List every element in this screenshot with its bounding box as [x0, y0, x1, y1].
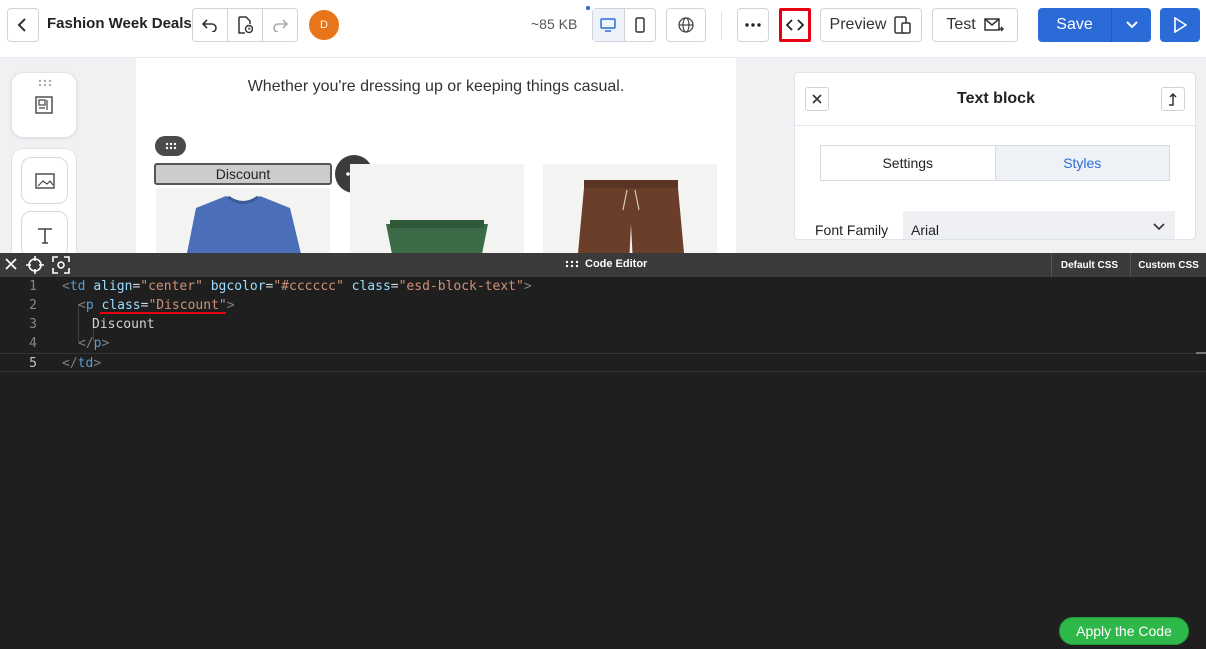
blocks-rail: [11, 148, 77, 253]
desktop-view-button[interactable]: [593, 9, 625, 41]
chevron-down-icon: [1153, 223, 1165, 231]
tshirt-image: [187, 195, 301, 253]
toolbar-divider: [721, 12, 722, 40]
message-size: ~85 KB: [531, 16, 578, 32]
test-button[interactable]: Test: [932, 8, 1018, 42]
preview-label: Preview: [829, 16, 887, 33]
preview-devices-icon: [894, 16, 912, 34]
tab-default-css[interactable]: Default CSS: [1051, 253, 1127, 277]
line-number: 2: [29, 298, 37, 313]
font-family-value: Arial: [911, 222, 940, 238]
code-editor-body[interactable]: 1 <td align="center" bgcolor="#cccccc" c…: [0, 277, 1206, 649]
block-drag-handle[interactable]: [155, 136, 186, 156]
globe-icon: [678, 17, 694, 33]
line-number: 4: [29, 336, 37, 351]
arrow-up-icon: [1169, 92, 1177, 106]
editor-controls: [4, 256, 70, 274]
close-icon[interactable]: [4, 257, 18, 271]
mobile-view-button[interactable]: [625, 9, 656, 41]
crosshair-icon[interactable]: [26, 256, 44, 274]
device-toggle: [592, 8, 656, 42]
preview-button[interactable]: Preview: [820, 8, 922, 42]
selected-text-block[interactable]: Discount: [154, 163, 332, 185]
panel-title: Text block: [957, 90, 1035, 107]
send-button[interactable]: [1160, 8, 1200, 42]
canvas-body-text[interactable]: Whether you're dressing up or keeping th…: [136, 78, 736, 96]
code-editor-title[interactable]: Code Editor: [565, 258, 647, 270]
drag-dots-icon: [165, 142, 176, 150]
code-line-text: <td align="center" bgcolor="#cccccc" cla…: [62, 279, 532, 294]
product-image-blue-tshirt[interactable]: [156, 188, 330, 253]
tab-custom-css[interactable]: Custom CSS: [1130, 253, 1206, 277]
line-number: 3: [29, 317, 37, 332]
panel-header: Text block: [795, 73, 1195, 126]
product-image-brown-shorts[interactable]: [543, 164, 717, 253]
code-line[interactable]: 4 </p>: [0, 334, 1206, 353]
undo-button[interactable]: [193, 9, 228, 41]
drag-dots-icon: [565, 260, 579, 268]
font-family-label: Font Family: [815, 222, 889, 238]
page-title: Fashion Week Deals: [47, 15, 192, 32]
version-history-button[interactable]: [228, 9, 263, 41]
code-line-text: Discount: [92, 317, 155, 332]
more-options-button[interactable]: [737, 8, 769, 42]
image-icon: [34, 172, 55, 189]
properties-panel: Text block Settings Styles Font Family A…: [794, 72, 1196, 240]
highlight-underline: [100, 312, 226, 314]
shorts-image: [386, 220, 488, 253]
drag-dots-icon: [38, 79, 52, 87]
save-button[interactable]: Save: [1038, 8, 1112, 42]
test-label: Test: [946, 16, 976, 33]
image-block-tile[interactable]: [21, 157, 68, 204]
product-image-green-shorts[interactable]: [350, 164, 524, 253]
line-number: 5: [29, 356, 37, 371]
shorts-image: [578, 180, 684, 253]
editor-workspace: Whether you're dressing up or keeping th…: [0, 58, 1206, 253]
panel-tabs: Settings Styles: [820, 145, 1170, 181]
top-toolbar: Fashion Week Deals D ~85 KB Preview Test…: [0, 0, 1206, 58]
code-line[interactable]: 3 Discount: [0, 315, 1206, 334]
text-block-tile[interactable]: [21, 211, 68, 253]
code-line-text: </p>: [78, 336, 110, 351]
save-button-group: Save: [1038, 8, 1151, 42]
tab-styles[interactable]: Styles: [994, 146, 1169, 180]
code-editor-button[interactable]: [779, 8, 811, 42]
code-editor-title-text: Code Editor: [585, 258, 648, 270]
mobile-icon: [635, 17, 645, 33]
email-canvas: Whether you're dressing up or keeping th…: [136, 58, 736, 253]
device-indicator-dot: [586, 6, 590, 10]
code-line-text: </td>: [62, 356, 102, 371]
focus-frame-icon[interactable]: [52, 256, 70, 274]
line-number: 1: [29, 279, 37, 294]
code-icon: [786, 19, 804, 31]
save-options-dropdown[interactable]: [1112, 8, 1151, 42]
scrollbar-marker[interactable]: [1196, 352, 1206, 354]
apply-code-button[interactable]: Apply the Code: [1059, 617, 1189, 645]
undo-icon: [202, 19, 217, 32]
code-editor-header: Code Editor Default CSS Custom CSS: [0, 253, 1206, 277]
select-parent-button[interactable]: [1161, 87, 1185, 111]
code-line-current[interactable]: 5 </td>: [0, 353, 1206, 372]
send-mail-icon: [983, 18, 1004, 32]
play-icon: [1174, 17, 1187, 33]
file-history-icon: [238, 16, 253, 34]
code-line[interactable]: 1 <td align="center" bgcolor="#cccccc" c…: [0, 277, 1206, 296]
history-group: [192, 8, 298, 42]
language-button[interactable]: [666, 8, 706, 42]
blocks-panel-toggle[interactable]: [11, 72, 77, 138]
desktop-icon: [600, 18, 616, 32]
redo-icon: [273, 19, 288, 32]
chevron-left-icon: [17, 18, 26, 32]
redo-button[interactable]: [263, 9, 297, 41]
font-family-select[interactable]: Arial: [903, 211, 1175, 239]
text-icon: [37, 227, 52, 244]
more-horizontal-icon: [745, 23, 761, 27]
back-button[interactable]: [7, 8, 39, 42]
avatar[interactable]: D: [309, 10, 339, 40]
tab-settings[interactable]: Settings: [821, 146, 995, 180]
chevron-down-icon: [1125, 21, 1138, 29]
modules-icon: [35, 96, 53, 114]
